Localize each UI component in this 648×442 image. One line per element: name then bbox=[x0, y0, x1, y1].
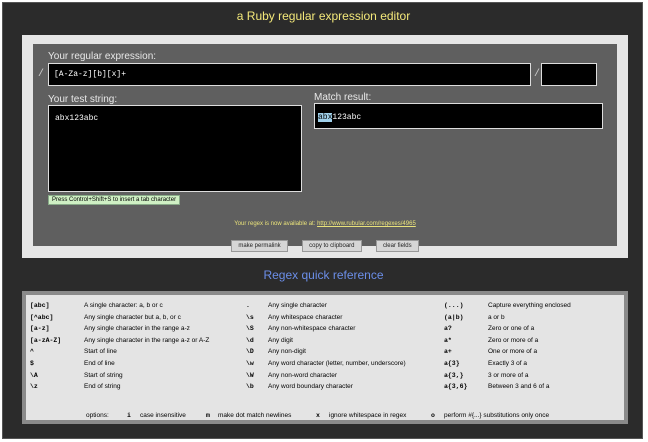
test-string-label: Your test string: bbox=[48, 94, 118, 105]
editor-buttons: make permalink copy to clipboard clear f… bbox=[33, 234, 617, 252]
reference-desc: Between 3 and 6 of a bbox=[488, 383, 550, 391]
reference-desc: Any non-word character bbox=[268, 371, 338, 379]
option-code: m bbox=[206, 412, 210, 419]
match-result-label: Match result: bbox=[314, 92, 372, 103]
reference-desc: a or b bbox=[488, 313, 505, 321]
reference-desc: Start of string bbox=[84, 371, 123, 379]
reference-code: a? bbox=[444, 325, 452, 333]
reference-code: \s bbox=[246, 313, 254, 321]
reference-code: \A bbox=[30, 371, 38, 379]
reference-desc: End of line bbox=[84, 360, 115, 367]
reference-code: (a|b) bbox=[444, 313, 464, 321]
reference-desc: Any single character in the range a-z or… bbox=[84, 336, 210, 344]
reference-code: ^ bbox=[30, 348, 34, 356]
reference-desc: One or more of a bbox=[488, 348, 538, 356]
clear-fields-button[interactable]: clear fields bbox=[375, 240, 419, 252]
reference-code: a{3,} bbox=[444, 371, 464, 379]
permalink-link[interactable]: http://www.rubular.com/regexes/4965 bbox=[317, 221, 416, 227]
reference-desc: Any whitespace character bbox=[268, 313, 343, 321]
reference-code: $ bbox=[30, 360, 34, 367]
rubular-page: a Ruby regular expression editor Your re… bbox=[2, 2, 643, 439]
regex-open-slash: / bbox=[38, 69, 45, 80]
reference-code: a{3} bbox=[444, 360, 460, 367]
match-highlight: abx bbox=[318, 113, 333, 122]
reference-desc: Capture everything enclosed bbox=[488, 302, 571, 309]
reference-code: \d bbox=[246, 336, 254, 344]
quick-reference-panel: options: i case insensitive m make dot m… bbox=[22, 291, 628, 424]
reference-code: (...) bbox=[444, 302, 464, 309]
permalink-notice-text: Your regex is now available at: bbox=[234, 221, 316, 227]
reference-code: a+ bbox=[444, 348, 452, 356]
reference-desc: 3 or more of a bbox=[488, 371, 529, 379]
regex-close-slash: / bbox=[534, 69, 541, 80]
make-permalink-button[interactable]: make permalink bbox=[231, 240, 288, 252]
reference-desc: Start of line bbox=[84, 348, 117, 356]
page-title: a Ruby regular expression editor bbox=[236, 9, 411, 23]
editor-panel: Your regular expression: / [A-Za-z][b][x… bbox=[22, 35, 628, 258]
reference-desc: Exactly 3 of a bbox=[488, 360, 528, 367]
regex-input[interactable]: [A-Za-z][b][x]+ bbox=[48, 63, 531, 86]
reference-desc: Any word character (letter, number, unde… bbox=[268, 360, 406, 367]
option-desc: ignore whitespace in regex bbox=[329, 412, 407, 419]
reference-code: \b bbox=[246, 383, 254, 391]
reference-desc: Zero or one of a bbox=[488, 325, 535, 333]
reference-code: a{3,6} bbox=[444, 383, 468, 391]
reference-code: \D bbox=[246, 348, 254, 356]
option-desc: case insensitive bbox=[140, 412, 186, 419]
tab-hint: Press Control+Shift+S to insert a tab ch… bbox=[48, 195, 181, 205]
reference-desc: End of string bbox=[84, 383, 121, 391]
reference-code: [^abc] bbox=[30, 313, 54, 321]
option-code: x bbox=[316, 412, 320, 419]
reference-desc: A single character: a, b or c bbox=[84, 302, 163, 309]
reference-code: \z bbox=[30, 383, 38, 391]
reference-code: [a-z] bbox=[30, 325, 50, 333]
reference-desc: Any single character in the range a-z bbox=[84, 325, 190, 333]
option-code: i bbox=[127, 412, 131, 419]
option-desc: perform #{...} substitutions only once bbox=[444, 412, 550, 419]
match-result-box: abx123abc bbox=[314, 103, 603, 129]
copy-clipboard-button[interactable]: copy to clipboard bbox=[302, 240, 362, 252]
match-remainder: 123abc bbox=[332, 113, 362, 122]
reference-desc: Any non-whitespace character bbox=[268, 325, 356, 333]
reference-desc: Any non-digit bbox=[268, 348, 306, 356]
reference-desc: Any single character but a, b, or c bbox=[84, 313, 181, 321]
test-string-input[interactable]: abx123abc bbox=[48, 105, 302, 192]
reference-code: a* bbox=[444, 336, 452, 344]
option-desc: make dot match newlines bbox=[218, 412, 292, 419]
reference-desc: Any digit bbox=[268, 336, 293, 344]
reference-code: \w bbox=[246, 360, 254, 367]
permalink-notice: Your regex is now available at: http://w… bbox=[33, 221, 617, 227]
regex-label: Your regular expression: bbox=[48, 51, 157, 62]
quick-reference-title: Regex quick reference bbox=[263, 268, 384, 282]
reference-code: \S bbox=[246, 325, 254, 333]
editor-inner-panel: Your regular expression: / [A-Za-z][b][x… bbox=[33, 44, 617, 252]
reference-code: [abc] bbox=[30, 302, 50, 309]
reference-desc: Any single character bbox=[268, 302, 327, 309]
reference-desc: Zero or more of a bbox=[488, 336, 539, 344]
reference-code: \W bbox=[246, 371, 254, 379]
reference-code: [a-zA-Z] bbox=[30, 336, 62, 344]
reference-desc: Any word boundary character bbox=[268, 383, 353, 391]
options-label: options: bbox=[86, 412, 109, 419]
reference-code: . bbox=[246, 302, 250, 309]
option-code: o bbox=[431, 412, 435, 419]
regex-options-input[interactable] bbox=[541, 63, 597, 86]
